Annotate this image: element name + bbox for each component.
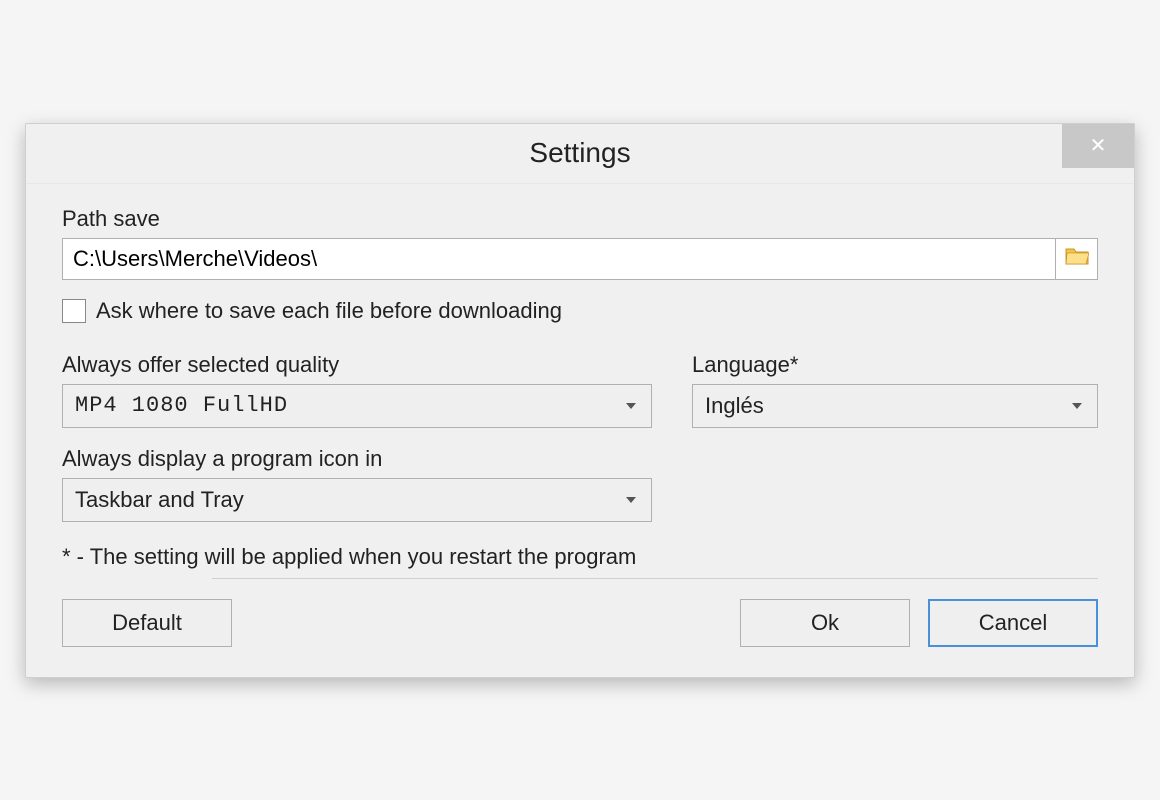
path-label: Path save xyxy=(62,206,1098,232)
quality-value: MP4 1080 FullHD xyxy=(75,393,623,418)
language-section: Language* Inglés xyxy=(692,352,1098,428)
chevron-down-icon xyxy=(623,398,639,414)
browse-folder-button[interactable] xyxy=(1056,238,1098,280)
display-icon-section: Always display a program icon in Taskbar… xyxy=(62,446,652,522)
divider xyxy=(212,578,1098,579)
close-icon: ✕ xyxy=(1090,133,1107,158)
language-value: Inglés xyxy=(705,393,1069,419)
restart-footnote: * - The setting will be applied when you… xyxy=(62,544,1098,570)
language-select[interactable]: Inglés xyxy=(692,384,1098,428)
quality-section: Always offer selected quality MP4 1080 F… xyxy=(62,352,652,428)
chevron-down-icon xyxy=(623,492,639,508)
display-icon-select[interactable]: Taskbar and Tray xyxy=(62,478,652,522)
display-icon-label: Always display a program icon in xyxy=(62,446,652,472)
default-button[interactable]: Default xyxy=(62,599,232,647)
folder-icon xyxy=(1065,246,1089,271)
ask-save-label: Ask where to save each file before downl… xyxy=(96,298,562,324)
ask-save-checkbox[interactable] xyxy=(62,299,86,323)
close-button[interactable]: ✕ xyxy=(1062,124,1134,168)
ok-button[interactable]: Ok xyxy=(740,599,910,647)
window-title: Settings xyxy=(529,137,630,169)
button-row: Default Ok Cancel xyxy=(62,599,1098,647)
language-label: Language* xyxy=(692,352,1098,378)
titlebar: Settings ✕ xyxy=(26,124,1134,184)
dialog-content: Path save Ask where to save each file be… xyxy=(26,184,1134,677)
quality-select[interactable]: MP4 1080 FullHD xyxy=(62,384,652,428)
display-icon-value: Taskbar and Tray xyxy=(75,487,623,513)
quality-label: Always offer selected quality xyxy=(62,352,652,378)
path-input-wrap xyxy=(62,238,1098,280)
chevron-down-icon xyxy=(1069,398,1085,414)
settings-dialog: Settings ✕ Path save A xyxy=(25,123,1135,678)
ok-button-label: Ok xyxy=(811,610,839,636)
quality-language-row: Always offer selected quality MP4 1080 F… xyxy=(62,352,1098,428)
ask-save-row: Ask where to save each file before downl… xyxy=(62,298,1098,324)
cancel-button[interactable]: Cancel xyxy=(928,599,1098,647)
path-input[interactable] xyxy=(62,238,1056,280)
default-button-label: Default xyxy=(112,610,182,636)
path-section: Path save xyxy=(62,206,1098,280)
cancel-button-label: Cancel xyxy=(979,610,1047,636)
